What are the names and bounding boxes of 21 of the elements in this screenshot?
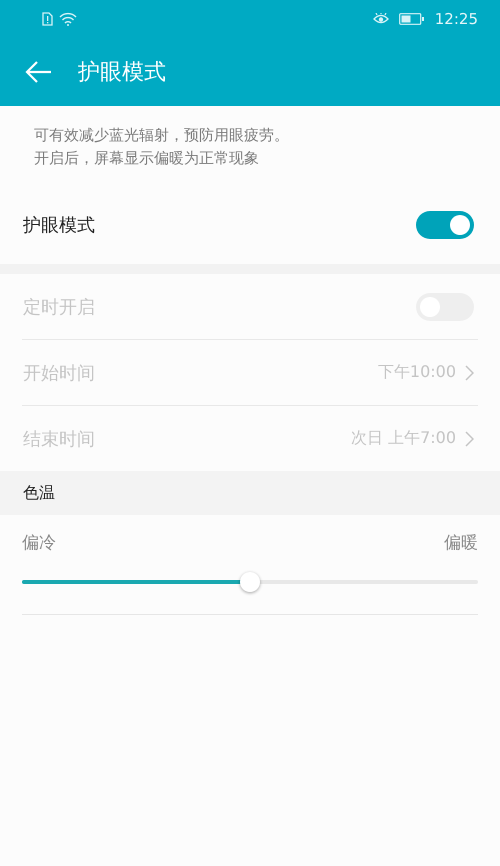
slider[interactable] [22, 572, 478, 592]
setting-label: 护眼模式 [23, 214, 95, 237]
slider-thumb[interactable] [240, 572, 260, 592]
time-value: 下午10:00 [378, 362, 456, 383]
slider-min-label: 偏冷 [22, 532, 56, 554]
toggle-switch[interactable] [416, 211, 474, 239]
time-value: 次日 上午7:00 [350, 428, 456, 449]
slider-max-label: 偏暖 [444, 532, 478, 554]
battery-icon [398, 13, 425, 25]
eye-icon [372, 13, 389, 25]
setting-label: 开始时间 [23, 362, 95, 384]
back-arrow-icon[interactable] [24, 60, 52, 84]
wifi-icon [59, 12, 77, 26]
setting-label: 结束时间 [23, 428, 95, 450]
section-title: 色温 [23, 482, 55, 504]
setting-label: 定时开启 [23, 296, 95, 318]
description-text: 开启后，屏幕显示偏暖为正常现象 [34, 149, 260, 168]
page-title: 护眼模式 [78, 59, 166, 87]
clock-time: 12:25 [434, 10, 478, 28]
description-text: 可有效减少蓝光辐射，预防用眼疲劳。 [34, 126, 290, 145]
sim-alert-icon [42, 12, 53, 26]
